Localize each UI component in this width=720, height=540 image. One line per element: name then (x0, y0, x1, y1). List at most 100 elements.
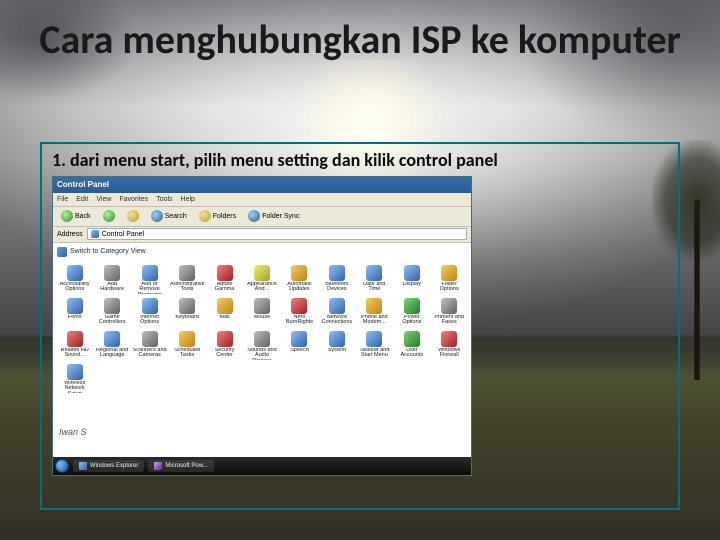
back-icon (61, 210, 73, 222)
control-panel-item[interactable]: Fonts (57, 298, 92, 327)
cp-item-icon (179, 331, 195, 347)
cp-item-label: Game Controllers (95, 315, 129, 327)
control-panel-item[interactable]: User Accounts (394, 331, 429, 360)
control-panel-item[interactable]: Mail (207, 298, 242, 327)
cp-item-label: Appearance And... (245, 282, 279, 294)
control-panel-item[interactable]: Regional and Language (94, 331, 129, 360)
content-frame: 1. dari menu start, pilih menu setting d… (40, 142, 680, 510)
control-panel-item[interactable]: Game Controllers (94, 298, 129, 327)
window-menubar: File Edit View Favorites Tools Help (53, 193, 471, 207)
search-button[interactable]: Search (147, 208, 191, 224)
cp-item-label: Phone and Modem... (357, 315, 391, 327)
control-panel-item[interactable]: Scanners and Cameras (132, 331, 167, 360)
control-panel-item[interactable]: Bluetooth Devices (319, 265, 354, 294)
cp-item-icon (441, 331, 457, 347)
control-panel-item[interactable]: Folder Options (432, 265, 467, 294)
control-panel-item[interactable]: Automatic Updates (282, 265, 317, 294)
control-panel-item[interactable]: Display (394, 265, 429, 294)
control-panel-item[interactable]: Taskbar and Start Menu (357, 331, 392, 360)
folders-button[interactable]: Folders (195, 208, 240, 224)
cp-item-label: Power Options (395, 315, 429, 327)
menu-file[interactable]: File (57, 196, 68, 203)
control-panel-item[interactable]: System (319, 331, 354, 360)
menu-view[interactable]: View (96, 196, 111, 203)
control-panel-icon (91, 230, 99, 238)
control-panel-item[interactable]: Windows Firewall (432, 331, 467, 360)
window-titlebar: Control Panel (53, 177, 471, 193)
window-toolbar: Back Search Folders Folder Sync (53, 207, 471, 227)
cp-item-label: Keyboard (175, 315, 199, 327)
control-panel-item[interactable]: Realtek HD Sound... (57, 331, 92, 360)
cp-item-icon (404, 298, 420, 314)
back-button[interactable]: Back (57, 208, 95, 224)
cp-item-label: Accessibility Options (58, 282, 92, 294)
cp-item-label: System (328, 348, 346, 360)
cp-item-icon (104, 331, 120, 347)
cp-item-icon (67, 364, 83, 380)
control-panel-item[interactable]: Mouse (244, 298, 279, 327)
sync-icon (248, 210, 260, 222)
control-panel-item[interactable]: Power Options (394, 298, 429, 327)
start-button[interactable] (55, 459, 69, 473)
folder-sync-button[interactable]: Folder Sync (244, 208, 303, 224)
control-panel-item[interactable]: Date and Time (357, 265, 392, 294)
up-icon (127, 210, 139, 222)
control-panel-screenshot: Control Panel File Edit View Favorites T… (52, 176, 472, 476)
cp-item-icon (366, 331, 382, 347)
address-value: Control Panel (102, 231, 144, 238)
cp-item-label: Taskbar and Start Menu (357, 348, 391, 360)
control-panel-item[interactable]: Sounds and Audio Devices (244, 331, 279, 360)
control-panel-item[interactable]: Add or Remove Programs (132, 265, 167, 294)
cp-item-icon (217, 298, 233, 314)
up-button[interactable] (123, 208, 143, 224)
control-panel-item[interactable]: Nero BurnRights (282, 298, 317, 327)
control-panel-item[interactable]: Internet Options (132, 298, 167, 327)
cp-item-icon (366, 298, 382, 314)
category-view-icon (57, 247, 67, 257)
menu-tools[interactable]: Tools (156, 196, 172, 203)
control-panel-item[interactable]: Administrative Tools (169, 265, 204, 294)
control-panel-item[interactable]: Scheduled Tasks (169, 331, 204, 360)
explorer-icon (79, 462, 87, 470)
control-panel-item[interactable]: Keyboard (169, 298, 204, 327)
cp-item-icon (179, 298, 195, 314)
cp-item-label: Sounds and Audio Devices (245, 348, 279, 360)
control-panel-item[interactable]: Printers and Faxes (432, 298, 467, 327)
menu-edit[interactable]: Edit (76, 196, 88, 203)
cp-item-icon (329, 298, 345, 314)
cp-item-icon (291, 331, 307, 347)
step-text: 1. dari menu start, pilih menu setting d… (52, 150, 668, 172)
control-panel-item[interactable]: Adobe Gamma (207, 265, 242, 294)
menu-help[interactable]: Help (181, 196, 195, 203)
cp-item-label: Network Connections (320, 315, 354, 327)
cp-item-icon (366, 265, 382, 281)
cp-item-label: Windows Firewall (432, 348, 466, 360)
cp-item-icon (179, 265, 195, 281)
cp-item-label: Realtek HD Sound... (58, 348, 92, 360)
control-panel-item[interactable]: Security Center (207, 331, 242, 360)
cp-item-icon (254, 265, 270, 281)
cp-item-label: Add Hardware (95, 282, 129, 294)
control-panel-item[interactable]: Network Connections (319, 298, 354, 327)
taskbar-item-2[interactable]: Microsoft Pow... (148, 460, 213, 472)
cp-item-icon (441, 265, 457, 281)
control-panel-item[interactable]: Phone and Modem... (357, 298, 392, 327)
control-panel-item[interactable]: Speech (282, 331, 317, 360)
taskbar-item-explorer[interactable]: Windows Explorer (73, 460, 144, 472)
forward-button[interactable] (99, 208, 119, 224)
control-panel-item[interactable]: Appearance And... (244, 265, 279, 294)
watermark-text: Iwan S (59, 427, 87, 437)
control-panel-item[interactable]: Wireless Network Setup (57, 364, 92, 393)
address-field[interactable]: Control Panel (87, 228, 467, 240)
cp-item-label: Mouse (254, 315, 271, 327)
cp-item-icon (441, 298, 457, 314)
control-panel-item[interactable]: Add Hardware (94, 265, 129, 294)
window-title: Control Panel (57, 180, 109, 189)
cp-item-icon (104, 298, 120, 314)
control-panel-item[interactable]: Accessibility Options (57, 265, 92, 294)
cp-item-icon (329, 331, 345, 347)
switch-category-link[interactable]: Switch to Category View (57, 247, 146, 257)
cp-item-icon (329, 265, 345, 281)
menu-favorites[interactable]: Favorites (119, 196, 148, 203)
cp-item-label: Folder Options (432, 282, 466, 294)
